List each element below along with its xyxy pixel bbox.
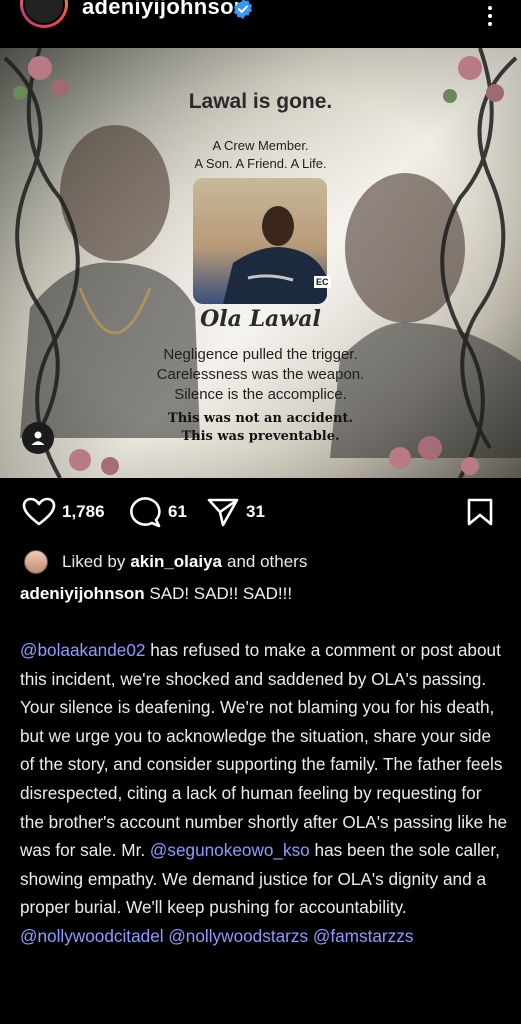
comment-button[interactable]: 61 xyxy=(128,490,187,534)
verified-badge-icon xyxy=(233,0,253,20)
caption-body: @bolaakande02 has refused to make a comm… xyxy=(20,636,510,951)
author-username[interactable]: adeniyijohnson xyxy=(82,0,248,20)
post-title: Lawal is gone. xyxy=(188,90,333,113)
post-header: adeniyijohnson xyxy=(0,0,521,48)
like-count[interactable]: 1,786 xyxy=(62,502,105,522)
tagged-users-button[interactable] xyxy=(22,422,54,454)
statement-line-1: Negligence pulled the trigger. xyxy=(163,346,358,363)
action-bar: 1,786 61 31 xyxy=(0,490,521,534)
share-count[interactable]: 31 xyxy=(246,502,265,522)
caption-first-line: adeniyijohnson SAD! SAD!! SAD!!! xyxy=(20,584,292,604)
memorial-name: Ola Lawal xyxy=(200,306,321,332)
liked-by-suffix[interactable]: and others xyxy=(227,552,307,572)
mention-link[interactable]: @bolaakande02 xyxy=(20,640,145,660)
liked-by-prefix: Liked by xyxy=(62,552,126,571)
liked-by-user[interactable]: akin_olaiya xyxy=(130,552,222,572)
liker-avatar xyxy=(24,550,48,574)
statement-bold-2: This was preventable. xyxy=(181,429,340,444)
post-subtitle-1: A Crew Member. xyxy=(212,138,309,153)
mention-link[interactable]: @famstarzzs xyxy=(313,926,414,946)
memorial-photo xyxy=(193,178,327,304)
post-subtitle-2: A Son. A Friend. A Life. xyxy=(194,156,327,171)
send-icon xyxy=(207,498,239,527)
caption-text-1: has refused to make a comment or post ab… xyxy=(20,640,508,861)
statement-line-3: Silence is the accomplice. xyxy=(174,386,347,403)
caption-headline: SAD! SAD!! SAD!!! xyxy=(144,584,293,603)
post-image[interactable]: Lawal is gone. A Crew Member. A Son. A F… xyxy=(0,48,521,478)
photo-watermark: EC xyxy=(314,276,331,288)
statement-bold-1: This was not an accident. xyxy=(168,411,353,426)
share-button[interactable]: 31 xyxy=(206,490,265,534)
like-button[interactable]: 1,786 xyxy=(22,490,105,534)
statement-line-2: Carelessness was the weapon. xyxy=(156,366,365,383)
mention-link[interactable]: @segunokeowo_kso xyxy=(150,840,310,860)
more-options-icon[interactable] xyxy=(478,4,502,28)
user-icon xyxy=(31,431,45,445)
comment-count[interactable]: 61 xyxy=(168,502,187,522)
mention-link[interactable]: @nollywoodcitadel xyxy=(20,926,164,946)
comment-icon xyxy=(130,497,161,528)
mention-link[interactable]: @nollywoodstarzs xyxy=(168,926,308,946)
caption-author[interactable]: adeniyijohnson xyxy=(20,584,145,603)
heart-icon xyxy=(22,497,56,526)
liked-by-row[interactable]: Liked by akin_olaiya and others xyxy=(24,549,307,575)
bookmark-icon[interactable] xyxy=(467,498,493,526)
author-avatar[interactable] xyxy=(20,0,68,28)
